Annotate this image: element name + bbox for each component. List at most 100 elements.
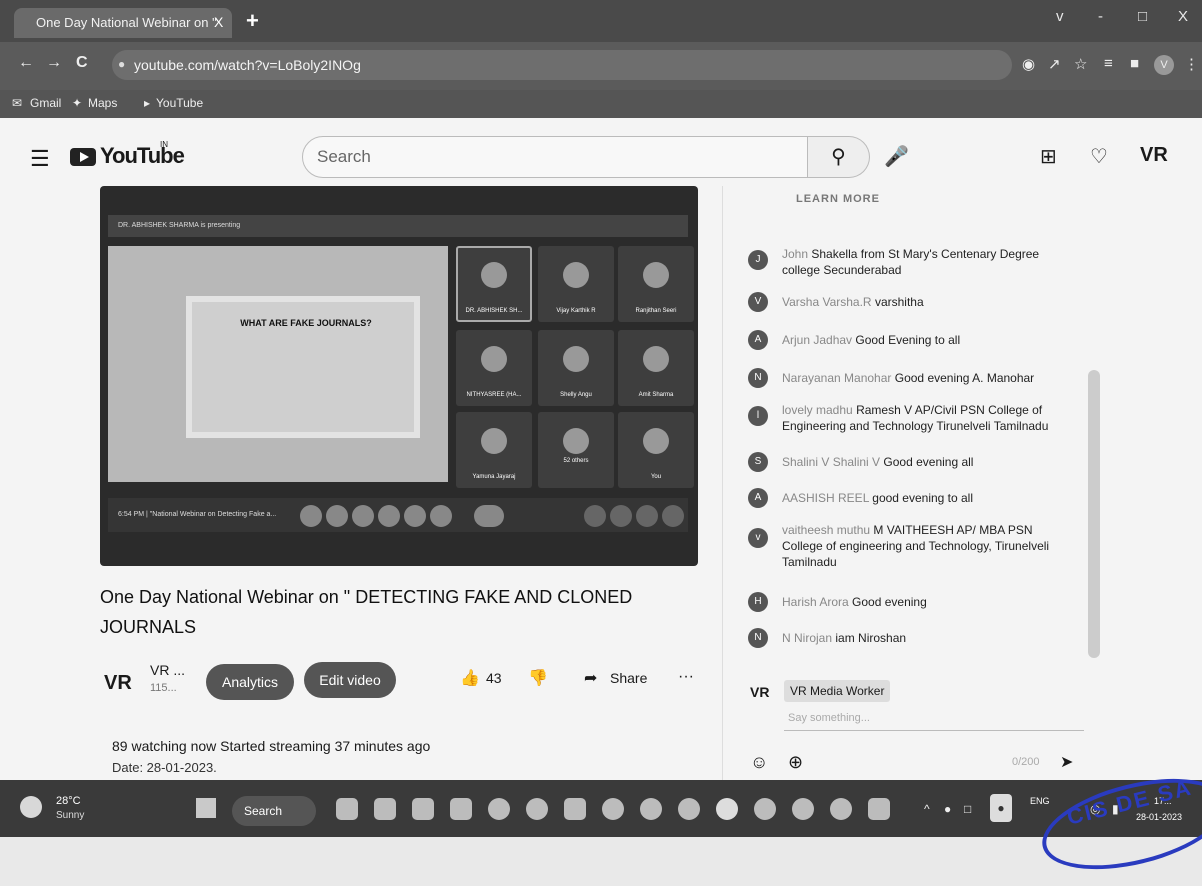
- language-indicator[interactable]: ENG: [1030, 796, 1050, 806]
- shield-icon[interactable]: [564, 798, 586, 820]
- avatar: [481, 428, 507, 454]
- maps-icon: ✦: [72, 96, 83, 110]
- tray-chevron-icon[interactable]: ^: [924, 802, 930, 816]
- mic-tray-icon[interactable]: ●: [990, 794, 1012, 822]
- tab-search-icon[interactable]: v: [1056, 8, 1064, 25]
- send-icon[interactable]: ➤: [1060, 752, 1073, 772]
- back-icon[interactable]: ←: [18, 54, 34, 72]
- windows-start-icon[interactable]: [196, 798, 216, 818]
- search-icon[interactable]: ⚲: [808, 136, 870, 178]
- chat-avatar: S: [748, 452, 768, 472]
- camera-control-icon: [326, 505, 348, 527]
- chat-input[interactable]: Say something...: [788, 712, 870, 724]
- learn-more-link[interactable]: LEARN MORE: [796, 193, 880, 205]
- channel-name[interactable]: VR ...: [150, 662, 185, 678]
- present-control-icon: [404, 505, 426, 527]
- chat-author: John: [782, 247, 809, 261]
- participant-name: Amit Sharma: [638, 392, 674, 398]
- share-page-icon[interactable]: ↗: [1048, 55, 1061, 73]
- url-input[interactable]: youtube.com/watch?v=LoBoly2INOg: [112, 50, 1012, 80]
- minimize-button[interactable]: -: [1098, 8, 1103, 25]
- taskbar-search[interactable]: Search: [232, 796, 316, 826]
- search-input[interactable]: Search: [302, 136, 808, 178]
- bookmark-maps[interactable]: Maps: [88, 96, 117, 110]
- reload-icon[interactable]: C: [76, 54, 88, 72]
- channel-avatar[interactable]: VR: [104, 672, 132, 695]
- chat-text: Good Evening to all: [855, 333, 961, 347]
- participant-name: NITHYASREE (HA...: [466, 392, 522, 398]
- forward-icon[interactable]: →: [46, 54, 62, 72]
- avatar: [643, 262, 669, 288]
- file-explorer-icon[interactable]: [412, 798, 434, 820]
- tray-app-icon[interactable]: ●: [944, 802, 951, 816]
- app-icon[interactable]: [830, 798, 852, 820]
- chat-text: Shakella from St Mary's Centenary Degree…: [782, 247, 1040, 277]
- weather-condition: Sunny: [56, 810, 85, 821]
- store-icon[interactable]: [450, 798, 472, 820]
- chrome-icon[interactable]: [754, 798, 776, 820]
- profile-avatar[interactable]: V: [1154, 55, 1174, 75]
- edit-video-button[interactable]: Edit video: [304, 662, 396, 698]
- my-name-chip: VR Media Worker: [784, 680, 891, 702]
- mic-icon[interactable]: 🎤: [884, 144, 909, 169]
- chat-app-icon[interactable]: [374, 798, 396, 820]
- side-panel-icon[interactable]: ■: [1130, 55, 1139, 72]
- new-tab-button[interactable]: +: [246, 8, 259, 34]
- edge-icon[interactable]: [602, 798, 624, 820]
- like-icon[interactable]: 👍: [460, 668, 480, 688]
- task-view-icon[interactable]: [336, 798, 358, 820]
- hamburger-icon[interactable]: ☰: [30, 146, 50, 172]
- youtube-logo-text[interactable]: YouTube: [100, 143, 185, 169]
- bookmark-gmail[interactable]: Gmail: [30, 96, 61, 110]
- people-icon: [610, 505, 632, 527]
- dislike-icon[interactable]: 👎: [528, 668, 548, 688]
- bookmark-youtube[interactable]: YouTube: [156, 96, 203, 110]
- tray-app-icon[interactable]: □: [964, 802, 971, 816]
- maximize-button[interactable]: □: [1138, 8, 1147, 25]
- chat-input-underline: [784, 730, 1084, 731]
- more-actions-icon[interactable]: ···: [678, 668, 694, 686]
- weather-icon[interactable]: [20, 796, 42, 818]
- reading-list-icon[interactable]: ≡: [1104, 55, 1113, 72]
- youtube-play-icon: [80, 152, 89, 162]
- chat-text: Good evening all: [883, 455, 974, 469]
- participant-name: Vijay Karthik R: [556, 308, 596, 314]
- app-icon[interactable]: [678, 798, 700, 820]
- chrome-icon[interactable]: [640, 798, 662, 820]
- participant-name: You: [650, 474, 662, 480]
- bookmark-star-icon[interactable]: ☆: [1074, 55, 1087, 73]
- avatar: [563, 262, 589, 288]
- avatar: [643, 428, 669, 454]
- browser-menu-icon[interactable]: ⋮: [1184, 55, 1199, 73]
- analytics-button[interactable]: Analytics: [206, 664, 294, 700]
- watching-status: 89 watching now Started streaming 37 min…: [112, 738, 431, 754]
- chat-icon: [636, 505, 658, 527]
- browser-tab[interactable]: One Day National Webinar on ": [14, 8, 232, 38]
- app-icon[interactable]: [488, 798, 510, 820]
- bell-icon[interactable]: ♡: [1090, 144, 1108, 169]
- chat-avatar: J: [748, 250, 768, 270]
- tab-close-icon[interactable]: X: [214, 14, 223, 30]
- emoji-icon[interactable]: ☺: [750, 752, 768, 773]
- add-icon[interactable]: ⊕: [788, 752, 803, 773]
- close-window-button[interactable]: X: [1178, 8, 1188, 25]
- chrome-icon[interactable]: [526, 798, 548, 820]
- participant-name: DR. ABHISHEK SH...: [465, 308, 523, 314]
- vr-logo-icon[interactable]: VR: [1140, 144, 1168, 167]
- share-button[interactable]: Share: [610, 670, 647, 686]
- create-icon[interactable]: ⊞: [1040, 144, 1057, 169]
- chrome-icon[interactable]: [792, 798, 814, 820]
- share-icon[interactable]: ➦: [584, 668, 597, 688]
- like-count[interactable]: 43: [486, 670, 502, 686]
- chat-scrollbar[interactable]: [1088, 370, 1100, 658]
- chat-avatar: v: [748, 528, 768, 548]
- chat-author: lovely madhu: [782, 403, 853, 417]
- slide-title: WHAT ARE FAKE JOURNALS?: [240, 318, 372, 328]
- lock-icon: ●: [118, 57, 126, 71]
- chat-author: vaitheesh muthu: [782, 523, 871, 537]
- info-icon: [584, 505, 606, 527]
- excel-icon[interactable]: [868, 798, 890, 820]
- google-lens-icon[interactable]: ◉: [1022, 55, 1035, 73]
- video-date: Date: 28-01-2023.: [112, 760, 217, 775]
- chrome-icon[interactable]: [716, 798, 738, 820]
